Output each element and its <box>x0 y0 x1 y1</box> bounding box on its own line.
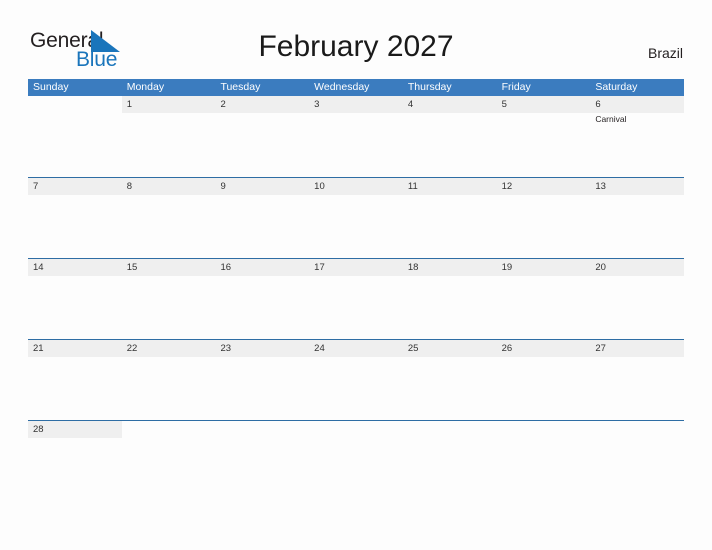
calendar-day-cell[interactable]: 22 <box>121 340 216 420</box>
calendar-day-cell[interactable]: 17 <box>309 259 403 339</box>
day-number: 27 <box>595 343 606 354</box>
calendar-day-cell[interactable]: 1 <box>121 96 216 177</box>
day-stripe <box>121 178 216 195</box>
calendar-day-cell[interactable]: 28 <box>28 421 122 444</box>
day-number: 23 <box>220 343 232 354</box>
day-stripe <box>215 96 310 113</box>
day-number: 1 <box>126 99 133 110</box>
calendar-week-row: 28 <box>28 420 684 444</box>
day-stripe <box>215 178 310 195</box>
calendar-grid: Sunday Monday Tuesday Wednesday Thursday… <box>28 79 685 444</box>
day-stripe <box>402 96 497 113</box>
calendar-day-cell[interactable]: 26 <box>496 340 591 420</box>
weekday-header-saturday: Saturday <box>595 81 638 93</box>
day-stripe <box>309 96 403 113</box>
day-number: 24 <box>314 343 325 354</box>
calendar-day-cell[interactable]: 25 <box>402 340 497 420</box>
calendar-day-cell[interactable]: 24 <box>309 340 403 420</box>
day-number: 21 <box>33 343 44 354</box>
weekday-header-row: Sunday Monday Tuesday Wednesday Thursday… <box>28 79 684 96</box>
calendar-day-cell[interactable]: 10 <box>309 178 403 258</box>
calendar-week-row: 21 22 23 24 25 26 27 <box>28 339 685 420</box>
weekday-header-sunday: Sunday <box>33 81 69 93</box>
calendar-day-cell[interactable] <box>215 421 309 444</box>
day-number: 16 <box>220 262 232 273</box>
day-stripe <box>590 96 685 113</box>
calendar-day-cell[interactable] <box>122 421 216 444</box>
page-header: General Blue February 2027 Brazil <box>0 0 712 80</box>
event-item[interactable]: Carnival <box>595 113 681 125</box>
region-label: Brazil <box>647 45 683 61</box>
day-number: 14 <box>33 262 44 273</box>
day-stripe <box>28 178 122 195</box>
calendar-day-cell[interactable]: 9 <box>215 178 310 258</box>
day-number: 3 <box>314 99 320 110</box>
day-number: 12 <box>501 181 513 192</box>
weekday-header-wednesday: Wednesday <box>314 81 370 93</box>
weekday-header-friday: Friday <box>501 81 531 93</box>
calendar-day-cell[interactable]: 19 <box>496 259 591 339</box>
page-title: February 2027 <box>258 30 454 63</box>
day-events: Carnival <box>595 113 681 125</box>
calendar-day-cell[interactable] <box>497 421 591 444</box>
calendar-day-cell[interactable]: 4 <box>402 96 497 177</box>
day-number: 10 <box>314 181 325 192</box>
day-stripe <box>121 96 216 113</box>
day-number: 25 <box>407 343 419 354</box>
day-number: 20 <box>595 262 606 273</box>
day-number: 19 <box>501 262 513 273</box>
weekday-header-monday: Monday <box>126 81 165 93</box>
calendar-day-cell[interactable]: 15 <box>121 259 216 339</box>
day-number: 9 <box>220 181 226 192</box>
calendar-day-cell[interactable]: 21 <box>28 340 122 420</box>
calendar-day-cell[interactable]: 14 <box>28 259 122 339</box>
calendar-day-cell[interactable]: 7 <box>28 178 122 258</box>
day-number: 15 <box>126 262 138 273</box>
day-number: 11 <box>407 181 418 192</box>
calendar-day-cell[interactable]: 27 <box>590 340 685 420</box>
day-number: 18 <box>407 262 419 273</box>
day-number: 5 <box>501 99 507 110</box>
calendar-day-cell[interactable] <box>28 96 122 177</box>
calendar-day-cell[interactable] <box>590 421 684 444</box>
calendar-week-row: 7 8 9 10 11 12 13 <box>28 177 685 258</box>
weekday-header-tuesday: Tuesday <box>220 81 261 93</box>
day-number: 4 <box>407 99 414 110</box>
day-number: 22 <box>126 343 138 354</box>
weekday-header-thursday: Thursday <box>407 81 452 93</box>
calendar-day-cell[interactable]: 5 <box>496 96 591 177</box>
day-number: 13 <box>595 181 606 192</box>
calendar-day-cell[interactable]: 6 Carnival <box>590 96 685 177</box>
calendar-day-cell[interactable] <box>309 421 403 444</box>
day-number: 6 <box>595 99 601 110</box>
day-number: 17 <box>314 262 325 273</box>
calendar-day-cell[interactable]: 16 <box>215 259 310 339</box>
calendar-day-cell[interactable]: 3 <box>309 96 403 177</box>
calendar-day-cell[interactable]: 2 <box>215 96 310 177</box>
calendar-day-cell[interactable]: 12 <box>496 178 591 258</box>
calendar-day-cell[interactable] <box>403 421 497 444</box>
day-number: 2 <box>220 99 226 110</box>
calendar-day-cell[interactable]: 18 <box>402 259 497 339</box>
day-number: 26 <box>501 343 513 354</box>
calendar-day-cell[interactable]: 20 <box>590 259 685 339</box>
calendar-week-row: 14 15 16 17 18 19 20 <box>28 258 685 339</box>
day-stripe <box>496 96 591 113</box>
day-number: 7 <box>33 181 39 192</box>
calendar-day-cell[interactable]: 13 <box>590 178 685 258</box>
calendar-day-cell[interactable]: 23 <box>215 340 310 420</box>
calendar-day-cell[interactable]: 8 <box>121 178 216 258</box>
day-number: 8 <box>126 181 133 192</box>
calendar-week-row: 1 2 3 4 5 6 Carnival <box>28 96 685 177</box>
day-number: 28 <box>33 424 44 435</box>
calendar-day-cell[interactable]: 11 <box>402 178 497 258</box>
